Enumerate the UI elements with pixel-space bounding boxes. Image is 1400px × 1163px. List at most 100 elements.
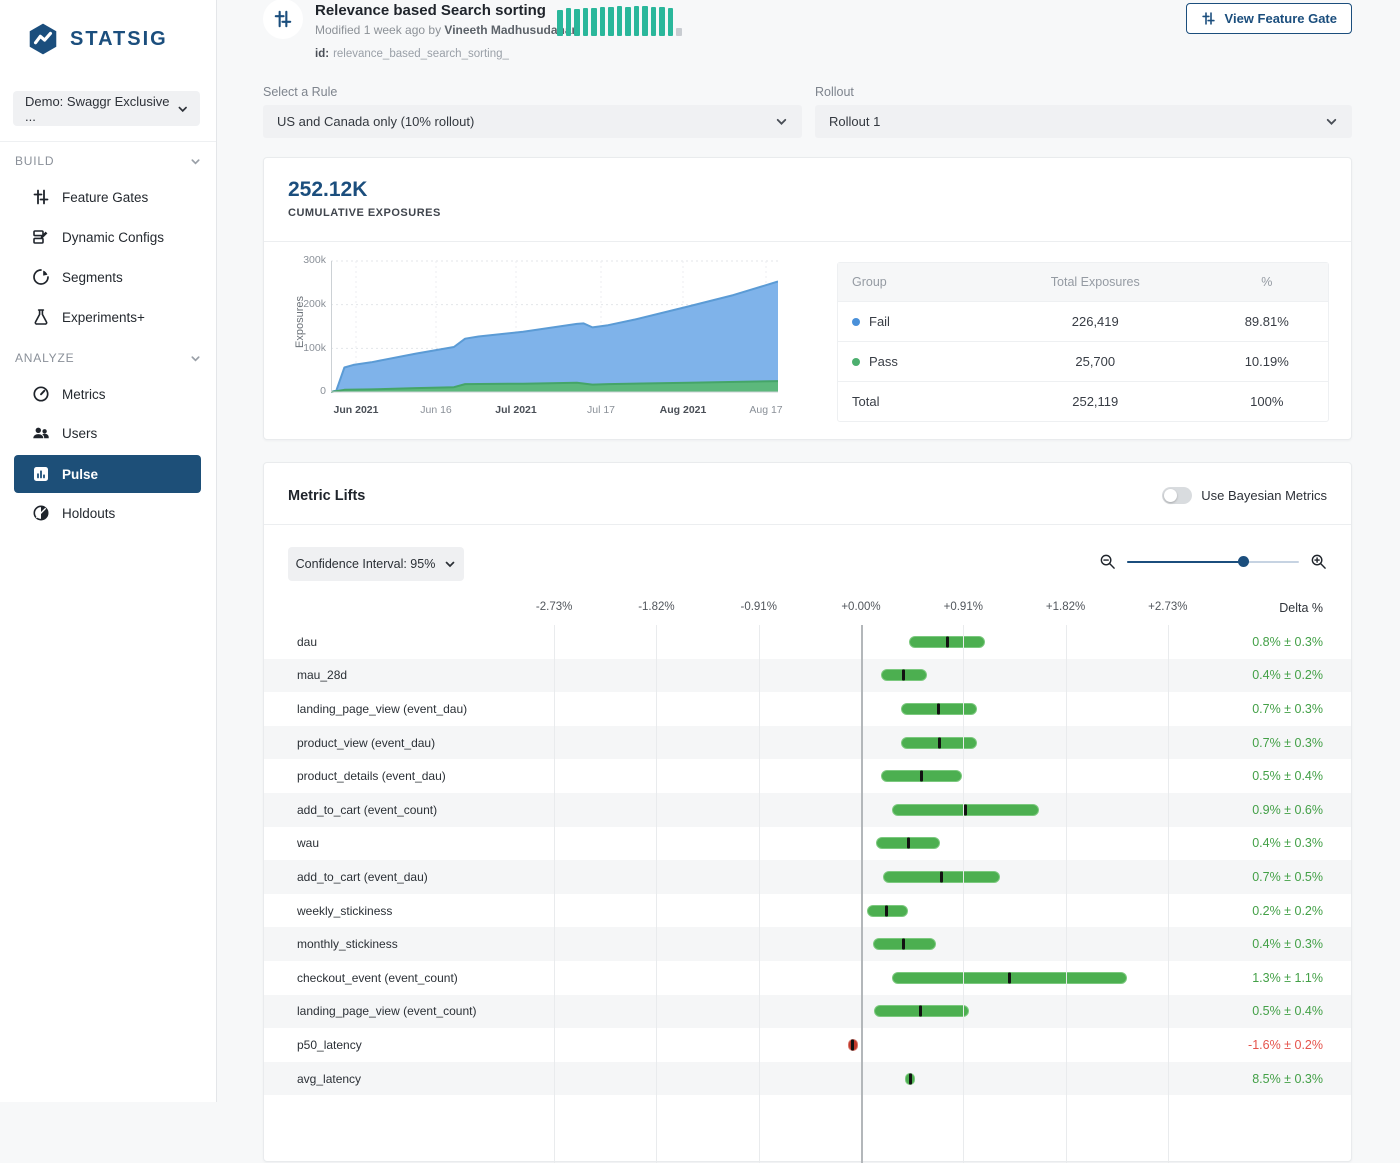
delta-value: 0.5% ± 0.4% [1252,769,1323,783]
confidence-interval-value: Confidence Interval: 95% [296,557,436,571]
metric-row[interactable]: add_to_cart (event_dau)0.7% ± 0.5% [264,860,1351,894]
sidebar-item-experiments[interactable]: Experiments+ [0,298,217,336]
exposures-area-svg [331,259,778,397]
feature-gates-icon [32,188,50,206]
view-feature-gate-button[interactable]: View Feature Gate [1186,3,1352,34]
spark-bar [608,7,614,36]
table-header-row: Group Total Exposures % [838,263,1328,301]
sidebar-item-label: Users [62,426,97,441]
sidebar-item-users[interactable]: Users [0,414,217,452]
cumulative-exposures-card: 252.12K CUMULATIVE EXPOSURES Exposures 3… [263,157,1352,440]
feature-gate-sliders-icon [1201,11,1216,26]
table-row-total: Total 252,119 100% [838,381,1328,421]
rollout-dropdown[interactable]: Rollout 1 [815,105,1352,138]
page-title: Relevance based Search sorting [315,2,546,19]
section-label: BUILD [15,154,54,168]
spark-bar [574,9,580,36]
group-name: Pass [869,354,898,369]
metric-row[interactable]: weekly_stickiness0.2% ± 0.2% [264,894,1351,928]
sidebar-item-metrics[interactable]: Metrics [0,375,217,413]
statsig-hexagon-icon [26,22,60,56]
metric-name: add_to_cart (event_dau) [297,870,428,884]
metric-row[interactable]: avg_latency8.5% ± 0.3% [264,1062,1351,1096]
spark-bar [583,8,589,37]
confidence-interval-dropdown[interactable]: Confidence Interval: 95% [288,547,464,581]
delta-value: 8.5% ± 0.3% [1252,1072,1323,1086]
sidebar-item-label: Experiments+ [62,310,145,325]
metric-name: product_view (event_dau) [297,736,435,750]
sidebar-item-feature-gates[interactable]: Feature Gates [0,178,217,216]
metric-name: product_details (event_dau) [297,769,446,783]
metric-row[interactable]: dau0.8% ± 0.3% [264,625,1351,659]
delta-value: 0.7% ± 0.3% [1252,736,1323,750]
mean-tick [946,636,949,647]
sidebar-section-build[interactable]: BUILD [15,154,201,168]
sidebar-item-label: Metrics [62,387,106,402]
metric-row[interactable]: product_view (event_dau) 0.7% ± 0.3% [264,726,1351,760]
sidebar-item-pulse[interactable]: Pulse [14,455,201,493]
spark-bar [566,8,572,36]
mean-tick [1008,972,1011,983]
x-tick: Aug 17 [749,404,782,416]
mean-tick [909,1073,912,1084]
mean-tick [907,838,910,849]
project-selector-value: Demo: Swaggr Exclusive ... [25,94,177,124]
sidebar-section-analyze[interactable]: ANALYZE [15,351,201,365]
spark-bar [642,6,648,36]
gate-checks-sparkline [557,6,682,36]
group-total: 226,419 [985,314,1206,329]
metric-row[interactable]: add_to_cart (event_count)0.9% ± 0.6% [264,793,1351,827]
group-total: 25,700 [985,354,1206,369]
x-tick: Jul 2021 [495,404,536,416]
lift-axis-tick: +0.00% [841,601,880,613]
spark-bar [600,7,606,36]
delta-value: 0.7% ± 0.3% [1252,702,1323,716]
sidebar-item-holdouts[interactable]: Holdouts [0,494,217,532]
x-tick: Aug 2021 [660,404,707,416]
bayesian-toggle[interactable] [1162,487,1192,504]
sidebar-item-segments[interactable]: Segments [0,258,217,296]
chevron-down-icon [1325,115,1338,128]
group-name: Fail [869,314,890,329]
metric-row[interactable]: landing_page_view (event_count)0.5% ± 0.… [264,995,1351,1029]
main-content: Relevance based Search sorting Modified … [217,0,1400,1102]
chevron-down-icon [190,353,201,364]
metrics-icon [32,385,50,403]
metric-lifts-card: Metric Lifts Use Bayesian Metrics Confid… [263,462,1352,1162]
zoom-in-icon[interactable] [1310,553,1327,570]
delta-value: -1.6% ± 0.2% [1248,1038,1323,1052]
spark-bar [651,7,657,36]
gate-id-label: id: [315,48,329,60]
metric-row[interactable]: p50_latency-1.6% ± 0.2% [264,1028,1351,1062]
rule-label: Select a Rule [263,85,337,99]
mean-tick [885,905,888,916]
metric-row[interactable]: checkout_event (event_count)1.3% ± 1.1% [264,961,1351,995]
metric-name: add_to_cart (event_count) [297,803,437,817]
modified-prefix: Modified 1 week ago by [315,23,444,37]
sidebar-item-dynamic-configs[interactable]: Dynamic Configs [0,218,217,256]
metric-row[interactable]: monthly_stickiness0.4% ± 0.3% [264,927,1351,961]
total-exposures-label: CUMULATIVE EXPOSURES [288,207,441,219]
metric-row[interactable]: landing_page_view (event_dau)0.7% ± 0.3% [264,692,1351,726]
rollout-label: Rollout [815,85,854,99]
chevron-down-icon [190,156,201,167]
zoom-out-icon[interactable] [1099,553,1116,570]
dynamic-configs-icon [32,228,50,246]
zoom-slider[interactable] [1127,555,1299,569]
metric-row[interactable]: wau0.4% ± 0.3% [264,827,1351,861]
project-selector[interactable]: Demo: Swaggr Exclusive ... [13,91,200,126]
rule-dropdown[interactable]: US and Canada only (10% rollout) [263,105,802,138]
metric-row[interactable]: product_details (event_dau) 0.5% ± 0.4% [264,759,1351,793]
lift-axis-tick: -1.82% [638,601,674,613]
statsig-logo[interactable]: STATSIG [26,22,168,56]
metric-lifts-title: Metric Lifts [288,488,365,504]
zoom-slider-knob[interactable] [1238,556,1249,567]
view-feature-gate-label: View Feature Gate [1225,11,1337,26]
gate-id: id:relevance_based_search_sorting_ [315,48,509,60]
delta-value: 0.4% ± 0.2% [1252,668,1323,682]
metric-rows: dau0.8% ± 0.3%mau_28d0.4% ± 0.2%landing_… [264,625,1351,1163]
delta-value: 1.3% ± 1.1% [1252,971,1323,985]
spark-bar-partial [676,28,682,36]
delta-value: 0.4% ± 0.3% [1252,836,1323,850]
metric-row[interactable]: mau_28d0.4% ± 0.2% [264,659,1351,693]
